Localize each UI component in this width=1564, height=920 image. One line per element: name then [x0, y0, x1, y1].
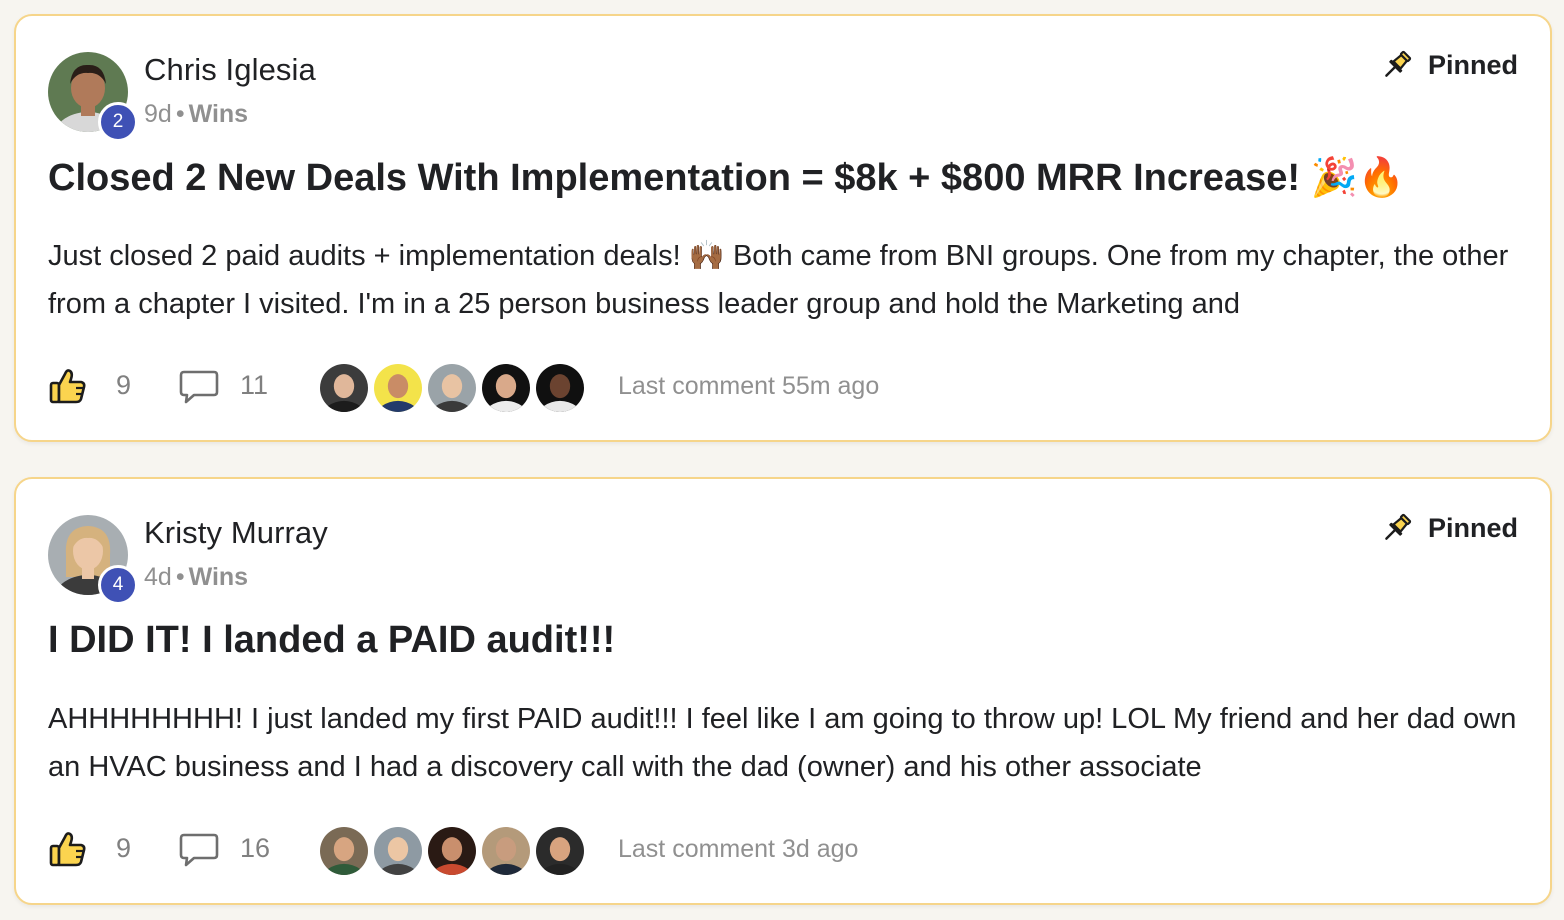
- like-count: 9: [116, 833, 132, 863]
- level-badge: 2: [98, 102, 138, 142]
- post-title[interactable]: I DID IT! I landed a PAID audit!!!: [48, 619, 1528, 662]
- author-avatar-wrap[interactable]: 4: [48, 515, 138, 605]
- post-title[interactable]: Closed 2 New Deals With Implementation =…: [48, 156, 1528, 200]
- like-count: 9: [116, 370, 132, 400]
- post-body-preview[interactable]: Just closed 2 paid audits + implementati…: [48, 232, 1538, 328]
- post-category[interactable]: Wins: [189, 563, 249, 591]
- post-card[interactable]: 4 Kristy Murray 4d • Wins Pinned I DID IT!…: [14, 477, 1552, 905]
- commenter-avatar[interactable]: [426, 825, 478, 877]
- post-age: 4d: [144, 563, 172, 591]
- pin-icon: [1385, 50, 1412, 77]
- comment-count: 11: [240, 370, 269, 400]
- commenter-avatar[interactable]: [534, 825, 586, 877]
- pinned-indicator: Pinned: [1380, 48, 1518, 82]
- post-body-preview[interactable]: AHHHHHHHH! I just landed my first PAID a…: [48, 695, 1538, 791]
- post-category[interactable]: Wins: [189, 100, 249, 128]
- meta-separator: •: [175, 100, 185, 128]
- pinned-label: Pinned: [1427, 49, 1518, 80]
- commenter-avatar[interactable]: [318, 825, 370, 877]
- author-name[interactable]: Kristy Murray: [144, 515, 328, 551]
- post-age: 9d: [144, 100, 172, 128]
- author-avatar-wrap[interactable]: 2: [48, 52, 138, 142]
- post-footer: 9 16 Last comment 3d ago: [48, 825, 1528, 877]
- commenter-avatar[interactable]: [534, 362, 586, 414]
- comment-count: 16: [240, 833, 271, 863]
- commenter-avatar[interactable]: [426, 362, 478, 414]
- post-feed: 2 Chris Iglesia 9d • Wins Pinned Closed 2 …: [0, 0, 1564, 920]
- post-footer: 9 11 Last comment 55m ago: [48, 362, 1528, 414]
- post-card[interactable]: 2 Chris Iglesia 9d • Wins Pinned Closed 2 …: [14, 14, 1552, 442]
- comment-bubble-icon[interactable]: [178, 368, 220, 406]
- commenter-avatar[interactable]: [480, 825, 532, 877]
- thumbs-up-icon[interactable]: [48, 366, 88, 406]
- commenter-avatar[interactable]: [480, 362, 532, 414]
- last-comment-time: Last comment 55m ago: [618, 372, 880, 400]
- commenter-avatar[interactable]: [318, 362, 370, 414]
- pinned-indicator: Pinned: [1380, 511, 1518, 545]
- pinned-label: Pinned: [1427, 512, 1518, 543]
- comment-bubble-icon[interactable]: [178, 831, 220, 869]
- post-meta: 9d • Wins: [144, 100, 248, 129]
- commenter-avatar[interactable]: [372, 362, 424, 414]
- level-badge: 4: [98, 565, 138, 605]
- commenter-avatar[interactable]: [372, 825, 424, 877]
- post-meta: 4d • Wins: [144, 563, 248, 592]
- author-name[interactable]: Chris Iglesia: [144, 52, 316, 88]
- last-comment-time: Last comment 3d ago: [618, 835, 859, 863]
- thumbs-up-icon[interactable]: [48, 829, 88, 869]
- pin-icon: [1385, 513, 1412, 540]
- meta-separator: •: [175, 563, 185, 591]
